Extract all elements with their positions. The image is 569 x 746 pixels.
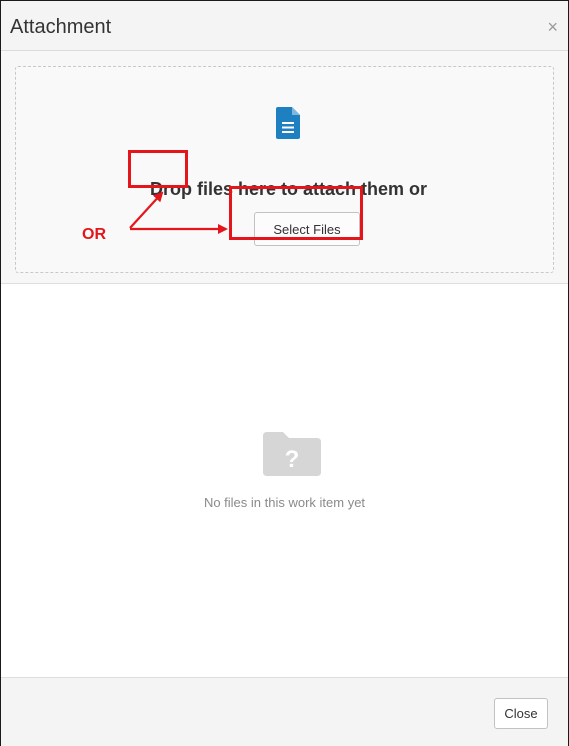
attachment-dialog: Attachment × Drop files here to attach t… bbox=[0, 0, 569, 746]
dropzone-area: Drop files here to attach them or Select… bbox=[1, 51, 568, 284]
svg-text:?: ? bbox=[285, 446, 300, 473]
dialog-header: Attachment × bbox=[1, 1, 568, 51]
annotation-or-label: OR bbox=[82, 226, 106, 243]
dialog-footer: Close bbox=[1, 677, 568, 746]
annotation-drop-highlight bbox=[128, 150, 188, 188]
close-icon[interactable]: × bbox=[547, 18, 558, 36]
document-icon bbox=[276, 107, 300, 139]
folder-question-icon: ? bbox=[263, 432, 321, 476]
close-button[interactable]: Close bbox=[494, 698, 548, 729]
files-list-empty: ? No files in this work item yet bbox=[1, 284, 568, 676]
annotation-select-highlight bbox=[229, 186, 363, 240]
empty-message: No files in this work item yet bbox=[203, 495, 366, 510]
dialog-title: Attachment bbox=[10, 16, 112, 38]
